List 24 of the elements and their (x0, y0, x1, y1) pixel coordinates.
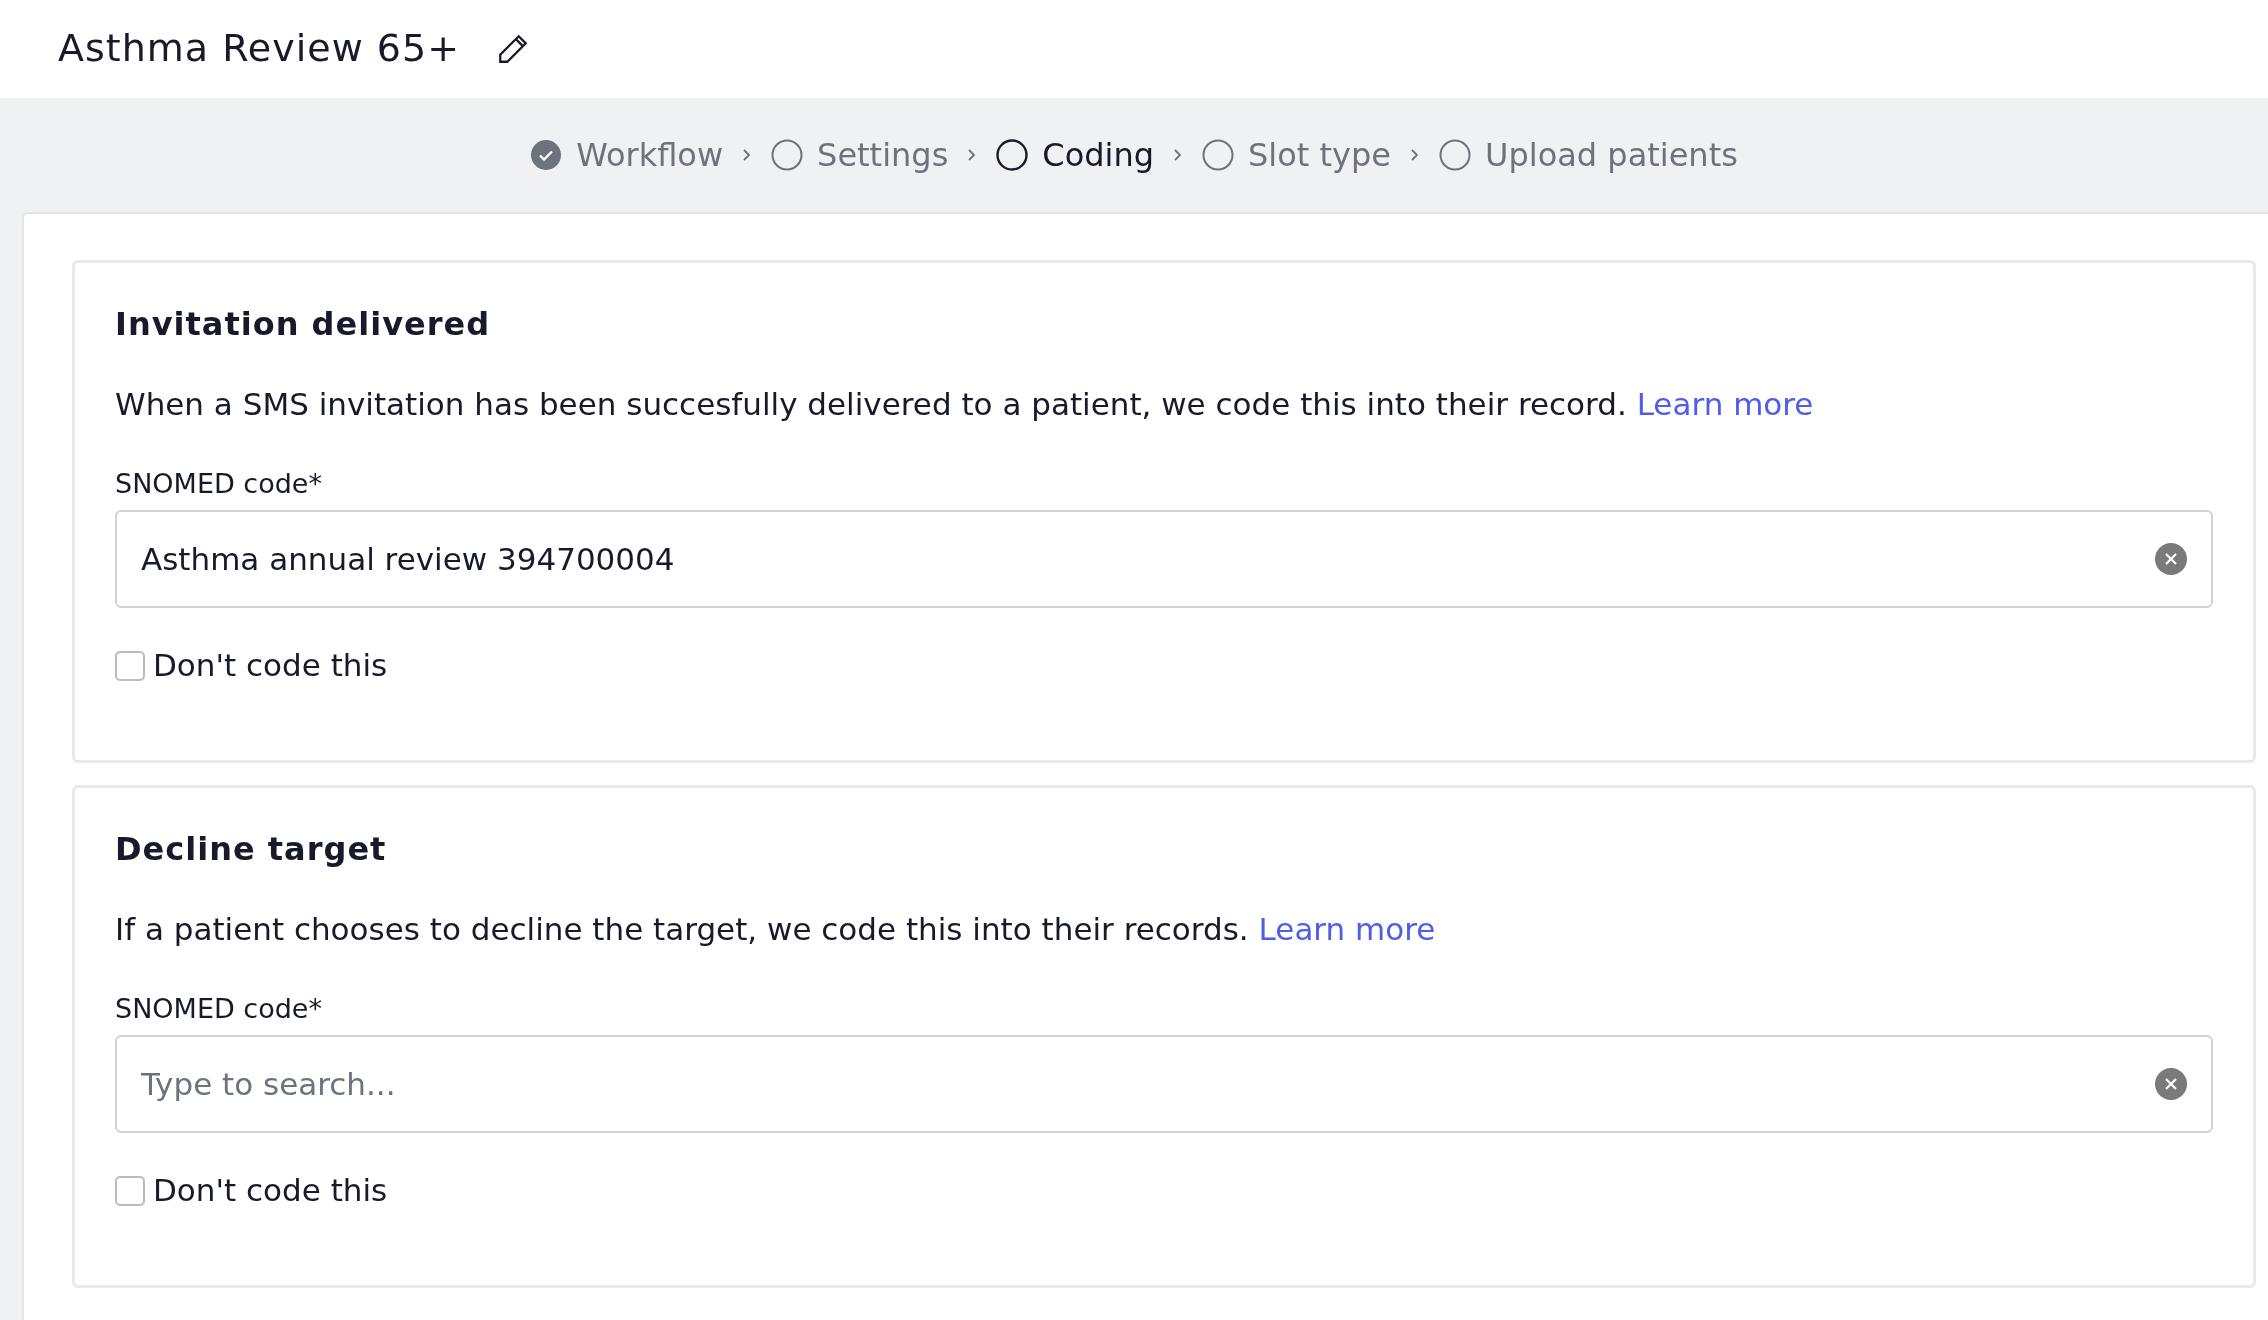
chevron-icon (1409, 147, 1421, 163)
section-heading: Decline target (115, 830, 388, 869)
field-label: SNOMED code* (115, 991, 323, 1026)
page-title: Asthma Review 65+ (58, 26, 460, 72)
pencil-icon[interactable] (496, 32, 530, 66)
clear-icon[interactable] (2155, 543, 2187, 576)
checkbox-label: Don't code this (153, 646, 388, 686)
field-label: SNOMED code* (115, 466, 323, 501)
step-tab[interactable]: Coding (996, 131, 1155, 179)
clear-icon[interactable] (2155, 1068, 2187, 1101)
step-tab[interactable]: Slot type (1202, 131, 1391, 179)
section-description: If a patient chooses to decline the target, we code this into their records. Learn more (115, 910, 1437, 950)
checkbox-label: Don't code this (153, 1171, 388, 1211)
checkbox[interactable] (115, 650, 145, 681)
learn-more-link[interactable]: Learn more (1258, 911, 1436, 948)
step-tab[interactable]: Upload patients (1439, 131, 1738, 179)
section-heading: Invitation delivered (115, 305, 492, 344)
snomed-search-field[interactable]: Type to search... (115, 1035, 2213, 1134)
snomed-search-field[interactable]: Asthma annual review 394700004 (115, 510, 2213, 609)
learn-more-link[interactable]: Learn more (1636, 386, 1814, 423)
checkbox[interactable] (115, 1175, 145, 1206)
section-description: When a SMS invitation has been succesfully delivered to a patient, we code this into their record. Learn more (115, 385, 1815, 425)
step-tab[interactable]: Settings (771, 131, 949, 179)
step-tab[interactable]: Workflow (530, 131, 724, 179)
